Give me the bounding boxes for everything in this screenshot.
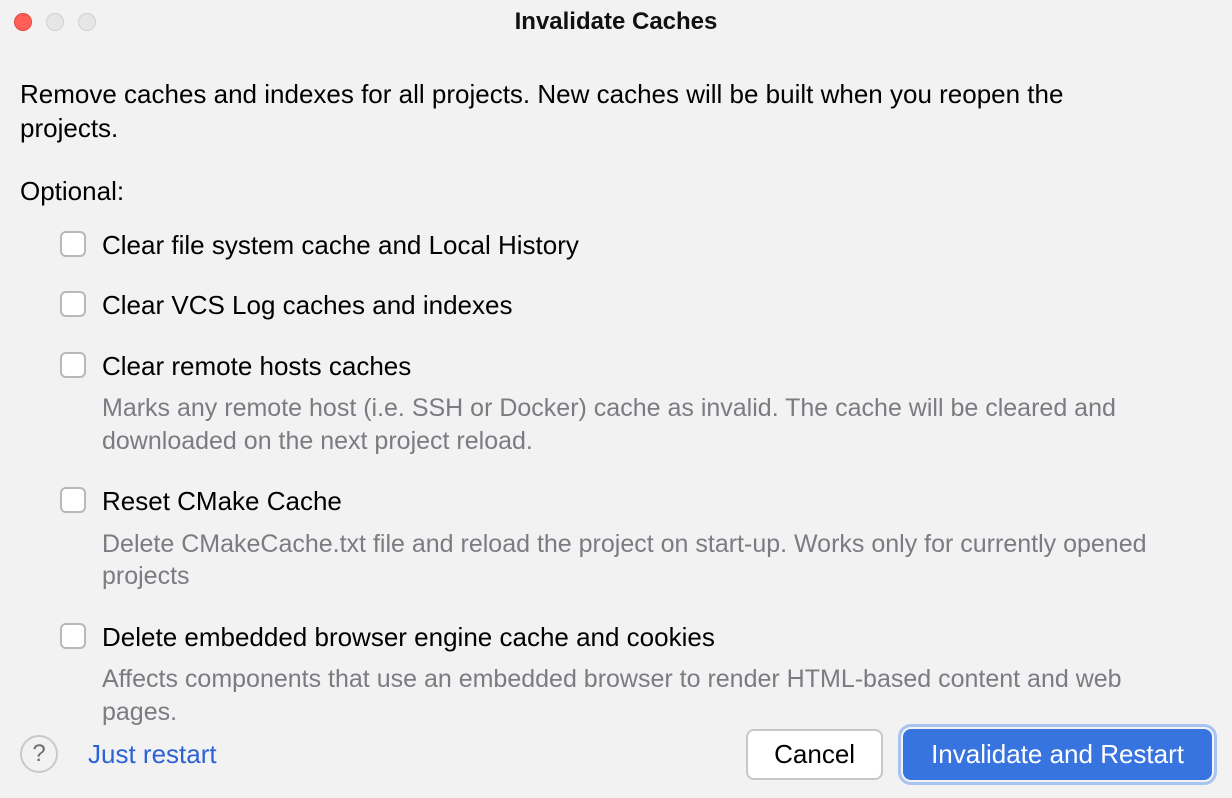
close-window-button[interactable] — [14, 13, 32, 31]
checkbox-delete-browser-cache[interactable] — [60, 623, 86, 649]
option-label: Clear VCS Log caches and indexes — [102, 289, 1192, 322]
help-button[interactable]: ? — [20, 735, 58, 773]
titlebar: Invalidate Caches — [0, 0, 1232, 44]
just-restart-link[interactable]: Just restart — [88, 739, 217, 770]
option-clear-vcs-log: Clear VCS Log caches and indexes — [60, 289, 1192, 322]
option-label: Clear file system cache and Local Histor… — [102, 229, 1192, 262]
option-description: Affects components that use an embedded … — [102, 663, 1192, 728]
option-label: Clear remote hosts caches — [102, 350, 1192, 383]
checkbox-clear-file-system-cache[interactable] — [60, 231, 86, 257]
option-text: Clear file system cache and Local Histor… — [102, 229, 1192, 262]
option-description: Marks any remote host (i.e. SSH or Docke… — [102, 392, 1192, 457]
option-text: Clear remote hosts caches Marks any remo… — [102, 350, 1192, 458]
option-label: Reset CMake Cache — [102, 485, 1192, 518]
option-text: Clear VCS Log caches and indexes — [102, 289, 1192, 322]
options-list: Clear file system cache and Local Histor… — [20, 229, 1212, 729]
dialog-content: Remove caches and indexes for all projec… — [0, 44, 1232, 728]
window-title: Invalidate Caches — [0, 8, 1232, 36]
option-text: Reset CMake Cache Delete CMakeCache.txt … — [102, 485, 1192, 593]
checkbox-clear-remote-hosts[interactable] — [60, 352, 86, 378]
checkbox-clear-vcs-log[interactable] — [60, 291, 86, 317]
option-clear-remote-hosts: Clear remote hosts caches Marks any remo… — [60, 350, 1192, 458]
invalidate-and-restart-button[interactable]: Invalidate and Restart — [903, 729, 1212, 780]
optional-label: Optional: — [20, 176, 1212, 207]
minimize-window-button[interactable] — [46, 13, 64, 31]
option-reset-cmake-cache: Reset CMake Cache Delete CMakeCache.txt … — [60, 485, 1192, 593]
option-clear-file-system-cache: Clear file system cache and Local Histor… — [60, 229, 1192, 262]
help-icon: ? — [32, 740, 45, 768]
option-delete-browser-cache: Delete embedded browser engine cache and… — [60, 621, 1192, 729]
maximize-window-button[interactable] — [78, 13, 96, 31]
checkbox-reset-cmake-cache[interactable] — [60, 487, 86, 513]
option-description: Delete CMakeCache.txt file and reload th… — [102, 528, 1192, 593]
cancel-button[interactable]: Cancel — [746, 729, 883, 780]
dialog-description: Remove caches and indexes for all projec… — [20, 78, 1140, 146]
option-text: Delete embedded browser engine cache and… — [102, 621, 1192, 729]
dialog-footer: ? Just restart Cancel Invalidate and Res… — [0, 726, 1232, 798]
window-controls — [14, 13, 96, 31]
option-label: Delete embedded browser engine cache and… — [102, 621, 1192, 654]
